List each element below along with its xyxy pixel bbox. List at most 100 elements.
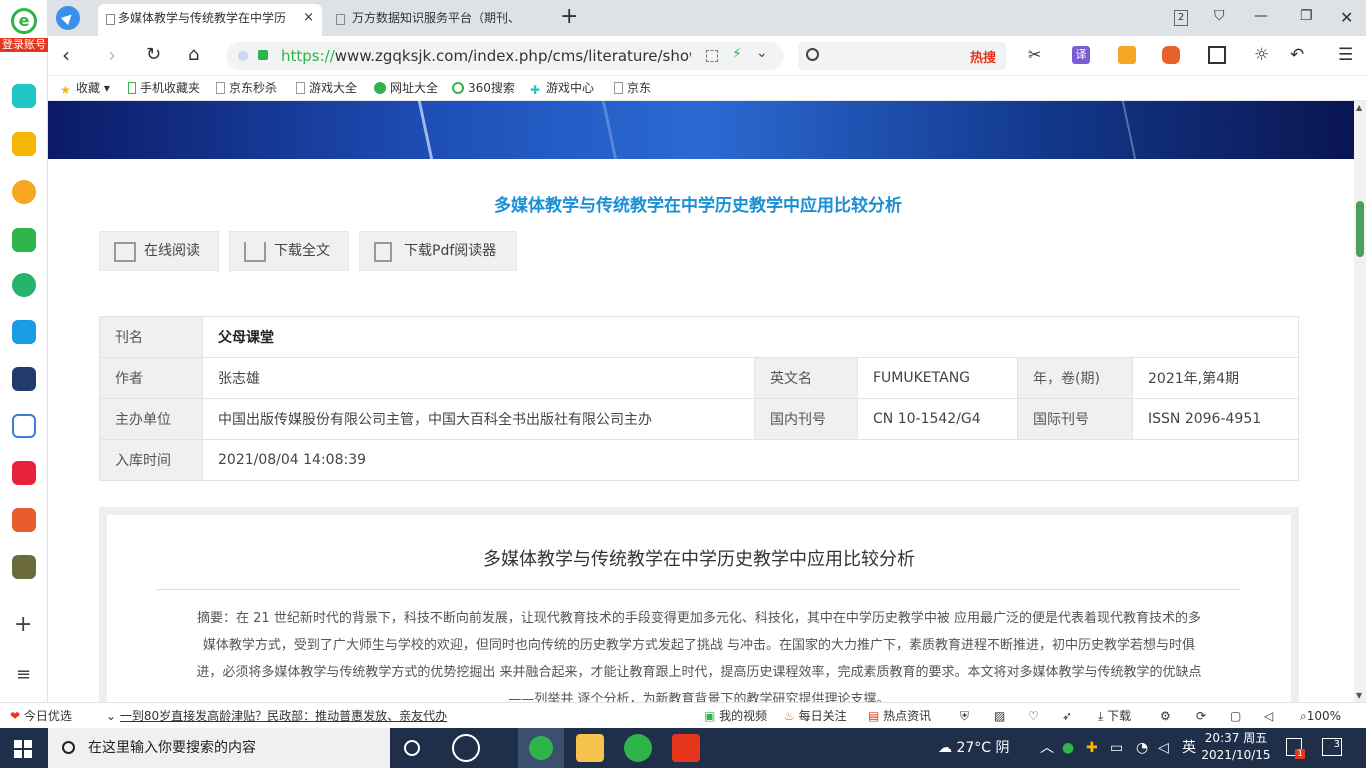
browser-taskbar-icon[interactable] bbox=[518, 728, 564, 768]
hot-search-label[interactable]: 热搜 bbox=[970, 47, 996, 66]
chevron-down-icon[interactable]: ⌄ bbox=[756, 45, 768, 61]
game-icon-2[interactable] bbox=[12, 555, 36, 579]
tray-plus-icon[interactable]: ✚ bbox=[1086, 739, 1098, 757]
translate-icon[interactable]: 译 bbox=[1072, 46, 1090, 64]
image-icon[interactable]: ▨ bbox=[994, 708, 1005, 724]
new-tab-button[interactable]: + bbox=[560, 6, 578, 28]
journal-info-table: 刊名 父母课堂 作者 张志雄 英文名 FUMUKETANG 年，卷(期) 202… bbox=[99, 316, 1299, 481]
zoom-level[interactable]: ⌕100% bbox=[1300, 708, 1341, 724]
maximize-icon[interactable]: ❐ bbox=[1300, 8, 1313, 24]
download-full-text-button[interactable]: 下载全文 bbox=[229, 231, 349, 271]
weather-widget[interactable]: ☁ 27°C 阴 bbox=[938, 739, 1010, 757]
close-tab-icon[interactable]: × bbox=[303, 4, 314, 32]
today-pick-link[interactable]: ❤ 今日优选 bbox=[10, 708, 72, 724]
lightning-icon[interactable]: ⚡ bbox=[732, 46, 742, 62]
navigation-compass-icon[interactable] bbox=[56, 6, 80, 30]
apps-grid-icon[interactable] bbox=[1208, 46, 1226, 64]
weibo-icon[interactable] bbox=[12, 180, 36, 204]
hot-news-link[interactable]: ▤ 热点资讯 bbox=[868, 708, 931, 724]
plus-circle-icon[interactable] bbox=[12, 84, 36, 108]
site-info-icon[interactable] bbox=[238, 51, 248, 61]
bookmark-360-search[interactable]: 360搜索 bbox=[452, 80, 515, 96]
minimize-icon[interactable]: — bbox=[1254, 8, 1268, 24]
video-icon: ▣ bbox=[704, 709, 716, 723]
back-icon[interactable]: ‹ bbox=[62, 44, 70, 66]
tab-count-icon[interactable]: 2 bbox=[1174, 10, 1188, 26]
xiaohongshu-icon[interactable] bbox=[12, 461, 36, 485]
cloud-icon[interactable] bbox=[12, 273, 36, 297]
sync-icon[interactable]: ⟳ bbox=[1196, 708, 1206, 724]
status-label: 热点资讯 bbox=[883, 709, 932, 723]
health-icon[interactable]: ♡ bbox=[1028, 708, 1039, 724]
window-icon[interactable]: ▢ bbox=[1230, 708, 1241, 724]
star-icon[interactable] bbox=[12, 132, 36, 156]
bookmark-mobile-favorites[interactable]: 手机收藏夹 bbox=[128, 80, 200, 96]
tray-chevron-up-icon[interactable]: ︿ bbox=[1040, 739, 1054, 757]
read-online-button[interactable]: 在线阅读 bbox=[99, 231, 219, 271]
fan-app-icon[interactable] bbox=[452, 734, 480, 762]
mail-badge-icon[interactable]: 1 bbox=[1286, 738, 1305, 759]
brightness-icon[interactable]: ☼ bbox=[1254, 46, 1272, 64]
bookmark-games[interactable]: 游戏大全 bbox=[296, 80, 360, 96]
search-input[interactable] bbox=[828, 48, 938, 64]
wallet-icon[interactable] bbox=[1118, 46, 1136, 64]
action-center-icon[interactable]: 3 bbox=[1322, 738, 1342, 756]
add-icon[interactable]: + bbox=[14, 612, 32, 637]
search-box[interactable]: 热搜 bbox=[798, 42, 1006, 70]
news-ticker-link[interactable]: ⌄ 一到80岁直接发高龄津贴？民政部：推动普惠发放、亲友代办 bbox=[106, 708, 447, 724]
shield-icon[interactable]: ⛨ bbox=[960, 708, 969, 724]
taskbar-search-box[interactable]: 在这里输入你要搜索的内容 bbox=[48, 728, 390, 768]
daily-focus-link[interactable]: ♨ 每日关注 bbox=[784, 708, 847, 724]
url-text[interactable]: https://www.zgqksjk.com/index.php/cms/li… bbox=[281, 47, 691, 65]
news-icon[interactable] bbox=[12, 367, 36, 391]
task-view-icon[interactable] bbox=[404, 740, 420, 756]
game-icon-1[interactable] bbox=[12, 508, 36, 532]
shirt-skin-icon[interactable]: ⛉ bbox=[1214, 8, 1225, 24]
vertical-scrollbar[interactable]: ▲ ▼ bbox=[1354, 101, 1366, 702]
download-pdf-reader-button[interactable]: 下载Pdf阅读器 bbox=[359, 231, 517, 271]
login-account-button[interactable]: 登录账号 bbox=[0, 38, 48, 52]
gamepad-icon[interactable] bbox=[1162, 46, 1180, 64]
rocket-icon[interactable]: ➶ bbox=[1062, 708, 1072, 724]
bookmark-jd[interactable]: 京东 bbox=[614, 80, 651, 96]
tab-inactive[interactable]: 万方数据知识服务平台（期刊、 bbox=[326, 4, 550, 36]
mail-icon[interactable] bbox=[12, 228, 36, 252]
network-icon[interactable]: ◔ bbox=[1136, 739, 1148, 757]
main-menu-icon[interactable]: ☰ bbox=[1338, 46, 1356, 64]
undo-icon[interactable]: ↶ bbox=[1290, 46, 1308, 64]
refresh-icon[interactable]: ↻ bbox=[146, 44, 161, 66]
bookmark-web-directory[interactable]: 网址大全 bbox=[374, 80, 438, 96]
scroll-up-icon[interactable]: ▲ bbox=[1356, 103, 1362, 112]
battery-icon[interactable]: ▭ bbox=[1110, 739, 1123, 757]
qr-code-icon[interactable] bbox=[706, 50, 718, 62]
extension-icon[interactable]: ⚙ bbox=[1160, 708, 1171, 724]
file-explorer-icon[interactable] bbox=[576, 734, 604, 762]
my-video-link[interactable]: ▣ 我的视频 bbox=[704, 708, 767, 724]
abstract-line: 媒体教学方式，受到了广大师生与学校的欢迎，但同时也向传统的历史教学方式发起了挑战… bbox=[202, 638, 1196, 653]
scrollbar-thumb[interactable] bbox=[1356, 201, 1364, 257]
windows-start-icon[interactable] bbox=[14, 740, 32, 758]
system-clock[interactable]: 20:37 周五 2021/10/15 bbox=[1200, 730, 1272, 764]
browser-logo[interactable]: e 登录账号 bbox=[0, 8, 48, 60]
bookmark-jd-flash[interactable]: 京东秒杀 bbox=[216, 80, 277, 96]
tab-active[interactable]: 多媒体教学与传统教学在中学历 × bbox=[98, 4, 322, 36]
bookmark-favorites[interactable]: ★ 收藏 ▾ bbox=[60, 80, 110, 97]
tray-app-icon[interactable]: ● bbox=[1062, 739, 1074, 757]
bookmark-game-center[interactable]: ✚ 游戏中心 bbox=[530, 80, 594, 97]
home-icon[interactable]: ⌂ bbox=[188, 44, 199, 66]
scissors-icon[interactable]: ✂ bbox=[1028, 46, 1046, 64]
scroll-down-icon[interactable]: ▼ bbox=[1356, 691, 1362, 700]
wechat-icon[interactable] bbox=[624, 734, 652, 762]
menu-icon[interactable]: ≡ bbox=[16, 664, 31, 685]
lock-icon[interactable] bbox=[258, 50, 268, 60]
close-window-icon[interactable]: ✕ bbox=[1340, 8, 1353, 27]
download-link[interactable]: ⤓ 下载 bbox=[1098, 708, 1131, 724]
ipad-icon[interactable] bbox=[12, 320, 36, 344]
address-bar[interactable]: https://www.zgqksjk.com/index.php/cms/li… bbox=[226, 42, 784, 70]
volume-icon[interactable]: ◁ bbox=[1158, 739, 1169, 757]
volume-icon[interactable]: ◁ bbox=[1264, 708, 1273, 724]
word-icon[interactable] bbox=[12, 414, 36, 438]
wps-icon[interactable] bbox=[672, 734, 700, 762]
ime-indicator[interactable]: 英 bbox=[1182, 739, 1196, 757]
forward-icon[interactable]: › bbox=[108, 44, 116, 66]
